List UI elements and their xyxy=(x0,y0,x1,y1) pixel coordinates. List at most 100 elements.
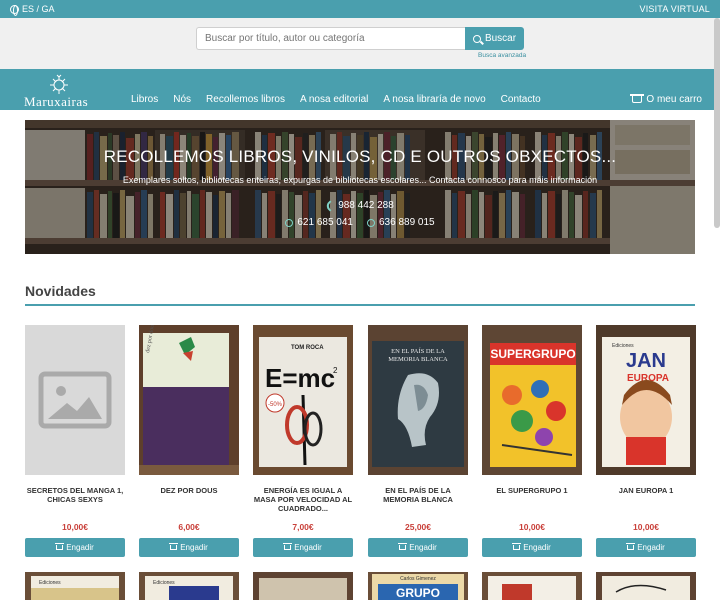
product-image[interactable] xyxy=(25,325,125,475)
product-card: SECRETOS DEL MANGA 1, CHICAS SEXYS 10,00… xyxy=(25,325,125,557)
main-navbar: Maruxairas Libros Nós Recollemos libros … xyxy=(0,69,720,110)
product-price: 6,00€ xyxy=(178,522,200,532)
product-title[interactable]: ENERGÍA ES IGUAL A MASA POR VELOCIDAD AL… xyxy=(253,486,353,513)
book-cover-image: Ediciones xyxy=(25,572,125,600)
product-image-partial[interactable] xyxy=(596,572,696,600)
cart-link[interactable]: O meu carro xyxy=(630,94,702,105)
product-price: 10,00€ xyxy=(519,522,545,532)
whatsapp-contact-1[interactable]: 621 685 041 xyxy=(285,217,353,228)
whatsapp-contact-2[interactable]: 636 889 015 xyxy=(367,217,435,228)
logo[interactable]: Maruxairas xyxy=(24,74,98,109)
product-card: Ediciones JAN EUROPA JAN EUROPA 1 10,00€… xyxy=(596,325,696,557)
language-label[interactable]: ES / GA xyxy=(22,4,55,14)
cart-label: O meu carro xyxy=(646,94,702,105)
product-card: TOM ROCA E=mc 2 -50% ENERGÍA ES IGUAL A … xyxy=(253,325,353,557)
nav-item-nos[interactable]: Nós xyxy=(173,94,191,105)
add-to-cart-button[interactable]: Engadir xyxy=(25,538,125,557)
product-image[interactable]: Ediciones JAN EUROPA xyxy=(596,325,696,475)
add-to-cart-button[interactable]: Engadir xyxy=(482,538,582,557)
book-cover-image: Ediciones JAN EUROPA xyxy=(596,325,696,475)
add-to-cart-button[interactable]: Engadir xyxy=(139,538,239,557)
add-to-cart-label: Engadir xyxy=(637,543,665,552)
product-image-partial[interactable]: Carlos Gimenez GRUPO xyxy=(368,572,468,600)
svg-text:2: 2 xyxy=(333,366,338,375)
basket-icon xyxy=(512,543,522,550)
add-to-cart-label: Engadir xyxy=(523,543,551,552)
book-cover-image xyxy=(253,572,353,600)
globe-icon xyxy=(10,4,19,16)
nav-item-libros[interactable]: Libros xyxy=(131,94,158,105)
product-title[interactable]: DEZ POR DOUS xyxy=(139,486,239,512)
product-price: 25,00€ xyxy=(405,522,431,532)
cover-author: Carlos Gimenez xyxy=(400,576,436,582)
basket-icon xyxy=(55,543,65,550)
product-image[interactable]: EN EL PAÍS DE LA MEMORIA BLANCA xyxy=(368,325,468,475)
product-image[interactable]: TOM ROCA E=mc 2 -50% xyxy=(253,325,353,475)
product-image[interactable]: dez por dous xyxy=(139,325,239,475)
whatsapp-number-1: 621 685 041 xyxy=(297,217,353,228)
hero-subtitle: Exemplares soltos, bibliotecas enteiras,… xyxy=(122,175,598,185)
basket-icon xyxy=(283,543,293,550)
logo-text: Maruxairas xyxy=(24,94,89,109)
search-input[interactable] xyxy=(196,27,466,50)
section-divider xyxy=(25,304,695,306)
book-cover-image: EN EL PAÍS DE LA MEMORIA BLANCA xyxy=(368,325,468,475)
product-card: SUPERGRUPO EL SUPERGRUPO 1 10,00€ Engadi… xyxy=(482,325,582,557)
basket-icon xyxy=(398,543,408,550)
advanced-search-link[interactable]: Busca avanzada xyxy=(478,52,526,59)
nav-item-recollemos[interactable]: Recollemos libros xyxy=(206,94,285,105)
add-to-cart-label: Engadir xyxy=(294,543,322,552)
add-to-cart-button[interactable]: Engadir xyxy=(368,538,468,557)
basket-icon xyxy=(630,94,645,103)
nav-item-editorial[interactable]: A nosa editorial xyxy=(300,94,368,105)
svg-text:EN EL PAÍS DE LA: EN EL PAÍS DE LA xyxy=(391,347,445,355)
book-cover-image: dez por dous xyxy=(139,325,239,475)
phone-number: 988 442 288 xyxy=(338,200,394,211)
add-to-cart-label: Engadir xyxy=(180,543,208,552)
search-band: Buscar Busca avanzada xyxy=(0,18,720,69)
hero-whatsapp: 621 685 041 636 889 015 xyxy=(25,217,695,228)
nav-item-libraria[interactable]: A nosa libraría de novo xyxy=(383,94,485,105)
product-image-partial[interactable]: Ediciones xyxy=(139,572,239,600)
product-image-partial[interactable] xyxy=(482,572,582,600)
product-price: 10,00€ xyxy=(62,522,88,532)
add-to-cart-button[interactable]: Engadir xyxy=(596,538,696,557)
product-image-partial[interactable] xyxy=(253,572,353,600)
virtual-visit-link[interactable]: VISITA VIRTUAL xyxy=(640,4,711,14)
hero-banner: RECOLLEMOS LIBROS, VINILOS, CD E OUTROS … xyxy=(25,120,695,254)
hero-title: RECOLLEMOS LIBROS, VINILOS, CD E OUTROS … xyxy=(103,147,617,166)
svg-text:MEMORIA BLANCA: MEMORIA BLANCA xyxy=(388,356,448,363)
whatsapp-icon xyxy=(367,218,375,227)
product-price: 10,00€ xyxy=(633,522,659,532)
cover-publisher: Ediciones xyxy=(153,580,175,586)
basket-icon xyxy=(626,543,636,550)
product-card: EN EL PAÍS DE LA MEMORIA BLANCA EN EL PA… xyxy=(368,325,468,557)
product-title[interactable]: SECRETOS DEL MANGA 1, CHICAS SEXYS xyxy=(25,486,125,512)
book-cover-image: TOM ROCA E=mc 2 -50% xyxy=(253,325,353,475)
hero-phone[interactable]: 988 442 288 xyxy=(25,199,695,212)
cover-publisher: Ediciones xyxy=(612,343,634,349)
whatsapp-number-2: 636 889 015 xyxy=(379,217,435,228)
product-title[interactable]: JAN EUROPA 1 xyxy=(596,486,696,512)
product-image-partial[interactable]: Ediciones xyxy=(25,572,125,600)
nav-item-contacto[interactable]: Contacto xyxy=(501,94,541,105)
cover-author: TOM ROCA xyxy=(291,345,324,351)
image-placeholder-icon xyxy=(38,371,112,429)
page-scrollbar[interactable] xyxy=(714,18,720,228)
product-title[interactable]: EN EL PAÍS DE LA MEMORIA BLANCA xyxy=(368,486,468,512)
book-cover-image: SUPERGRUPO xyxy=(482,325,582,475)
cover-badge: -50% xyxy=(268,402,283,408)
top-bar: ES / GA VISITA VIRTUAL xyxy=(0,0,720,18)
add-to-cart-label: Engadir xyxy=(409,543,437,552)
language-switcher[interactable]: ES / GA xyxy=(10,4,55,16)
basket-icon xyxy=(169,543,179,550)
main-nav: Libros Nós Recollemos libros A nosa edit… xyxy=(131,94,556,105)
hero-content: RECOLLEMOS LIBROS, VINILOS, CD E OUTROS … xyxy=(25,120,695,254)
phone-icon xyxy=(324,199,336,212)
search-button[interactable]: Buscar xyxy=(465,27,524,50)
product-card: dez por dous DEZ POR DOUS 6,00€ Engadir xyxy=(139,325,239,557)
add-to-cart-button[interactable]: Engadir xyxy=(253,538,353,557)
product-image[interactable]: SUPERGRUPO xyxy=(482,325,582,475)
product-title[interactable]: EL SUPERGRUPO 1 xyxy=(482,486,582,512)
add-to-cart-label: Engadir xyxy=(66,543,94,552)
